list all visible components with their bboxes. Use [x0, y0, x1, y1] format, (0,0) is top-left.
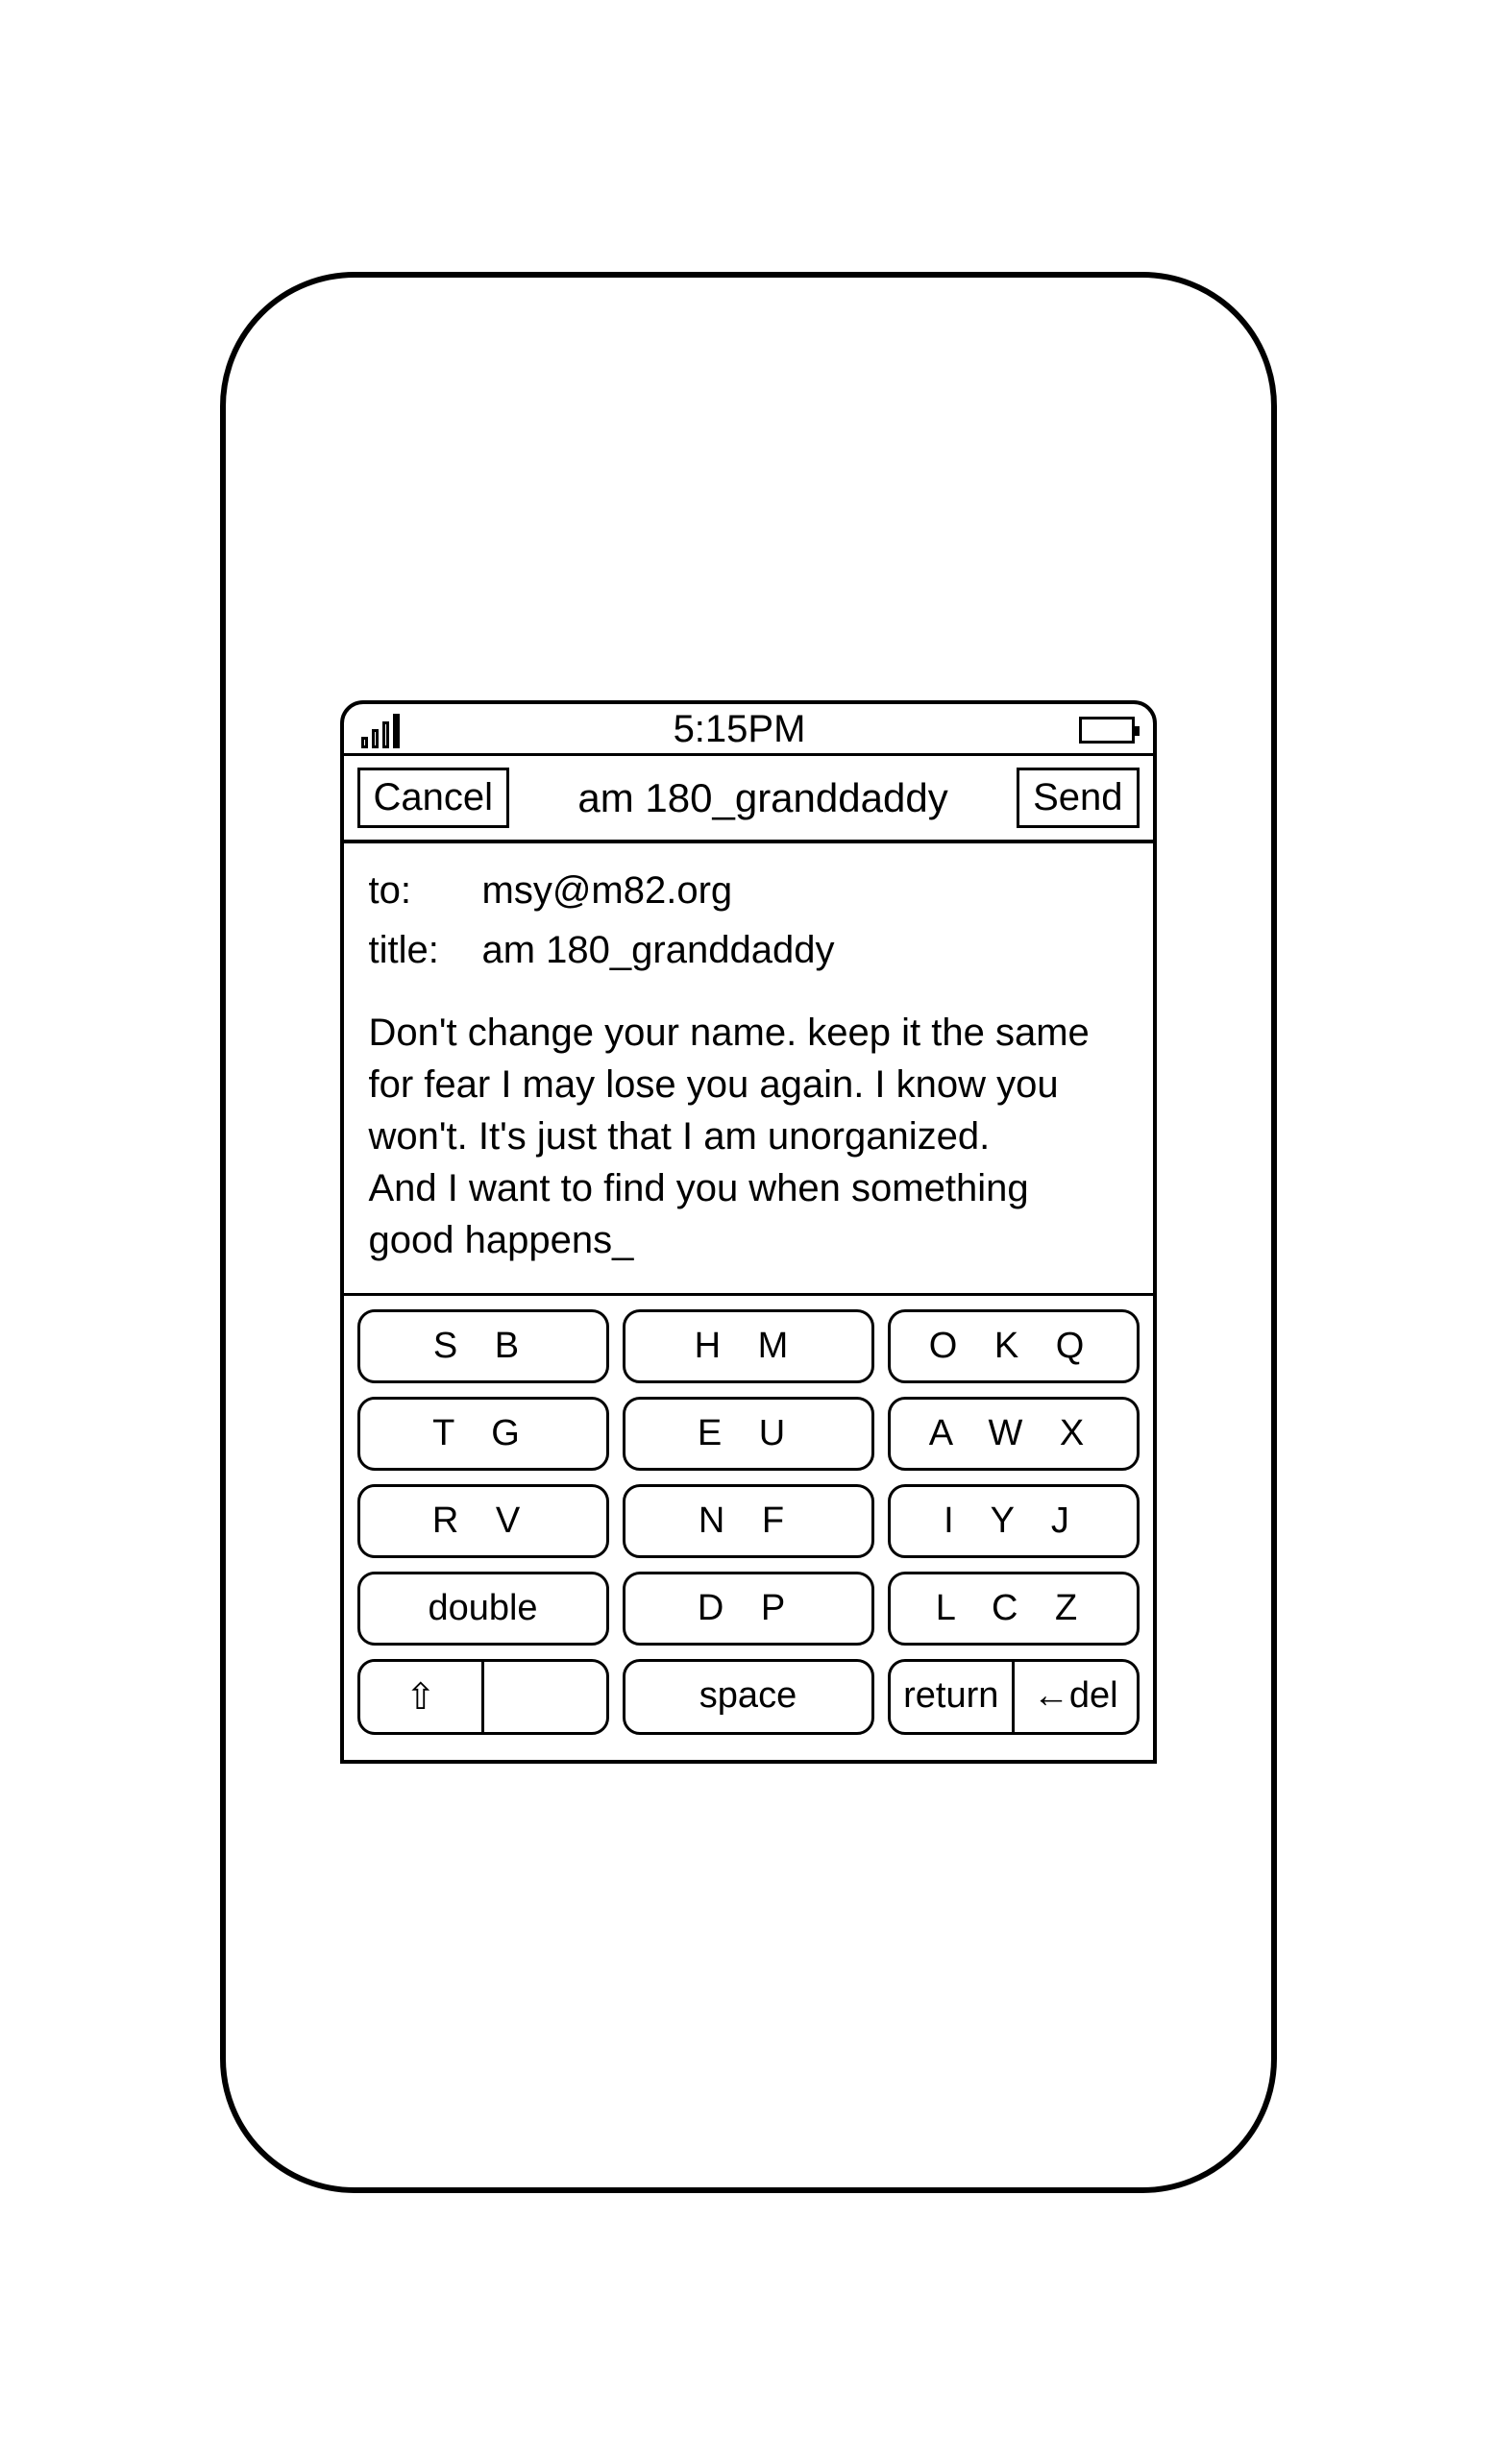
battery-icon — [1079, 717, 1135, 744]
keyboard: S B H M O K Q T G E U A W X R V N F I Y … — [344, 1296, 1153, 1760]
key-AWX[interactable]: A W X — [888, 1397, 1140, 1471]
compose-area: to: msy@m82.org title: am 180_granddaddy… — [344, 843, 1153, 1296]
title-value[interactable]: am 180_granddaddy — [482, 924, 835, 976]
to-label: to: — [369, 865, 455, 916]
key-EU[interactable]: E U — [623, 1397, 874, 1471]
key-return[interactable]: return — [891, 1662, 1016, 1732]
signal-icon — [361, 712, 400, 748]
title-row: title: am 180_granddaddy — [369, 924, 1128, 976]
to-value[interactable]: msy@m82.org — [482, 865, 733, 916]
nav-title: am 180_granddaddy — [523, 775, 1003, 821]
key-double[interactable]: double — [357, 1572, 609, 1646]
device-frame: 5:15PM Cancel am 180_granddaddy Send to:… — [220, 272, 1277, 2193]
key-blank[interactable] — [484, 1662, 606, 1732]
to-row: to: msy@m82.org — [369, 865, 1128, 916]
key-shift[interactable]: ⇧ — [360, 1662, 485, 1732]
screen: 5:15PM Cancel am 180_granddaddy Send to:… — [340, 700, 1157, 1764]
key-SB[interactable]: S B — [357, 1309, 609, 1383]
key-shift-group: ⇧ — [357, 1659, 609, 1735]
key-NF[interactable]: N F — [623, 1484, 874, 1558]
key-return-del-group: return ←del — [888, 1659, 1140, 1735]
key-RV[interactable]: R V — [357, 1484, 609, 1558]
send-button[interactable]: Send — [1017, 768, 1139, 828]
key-del[interactable]: ←del — [1015, 1662, 1137, 1732]
key-LCZ[interactable]: L C Z — [888, 1572, 1140, 1646]
title-label: title: — [369, 924, 455, 976]
key-IYJ[interactable]: I Y J — [888, 1484, 1140, 1558]
message-body[interactable]: Don't change your name. keep it the same… — [369, 1007, 1128, 1266]
shift-icon: ⇧ — [405, 1675, 436, 1719]
key-space[interactable]: space — [623, 1659, 874, 1735]
key-HM[interactable]: H M — [623, 1309, 874, 1383]
clock: 5:15PM — [674, 708, 806, 751]
nav-bar: Cancel am 180_granddaddy Send — [344, 753, 1153, 843]
key-TG[interactable]: T G — [357, 1397, 609, 1471]
key-DP[interactable]: D P — [623, 1572, 874, 1646]
status-bar: 5:15PM — [344, 704, 1153, 753]
key-OKQ[interactable]: O K Q — [888, 1309, 1140, 1383]
cancel-button[interactable]: Cancel — [357, 768, 510, 828]
